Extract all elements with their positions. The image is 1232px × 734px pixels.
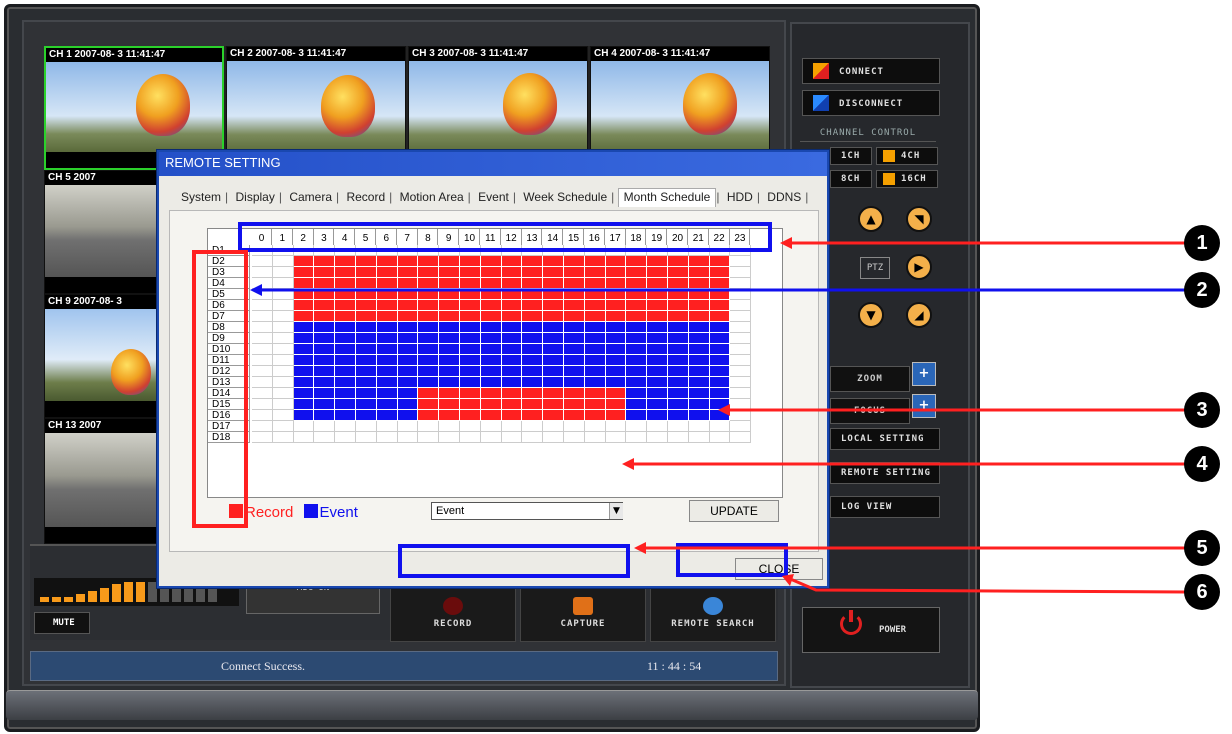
dvr-client-window: CH 1 2007-08- 3 11:41:47 CH 2 2007-08- 3… bbox=[0, 0, 1232, 734]
callout-3: 3 bbox=[1184, 392, 1220, 428]
callout-5: 5 bbox=[1184, 530, 1220, 566]
callout-6: 6 bbox=[1184, 574, 1220, 610]
callout-1: 1 bbox=[1184, 225, 1220, 261]
callout-2: 2 bbox=[1184, 272, 1220, 308]
callout-lines bbox=[250, 237, 1187, 594]
callout-4: 4 bbox=[1184, 446, 1220, 482]
